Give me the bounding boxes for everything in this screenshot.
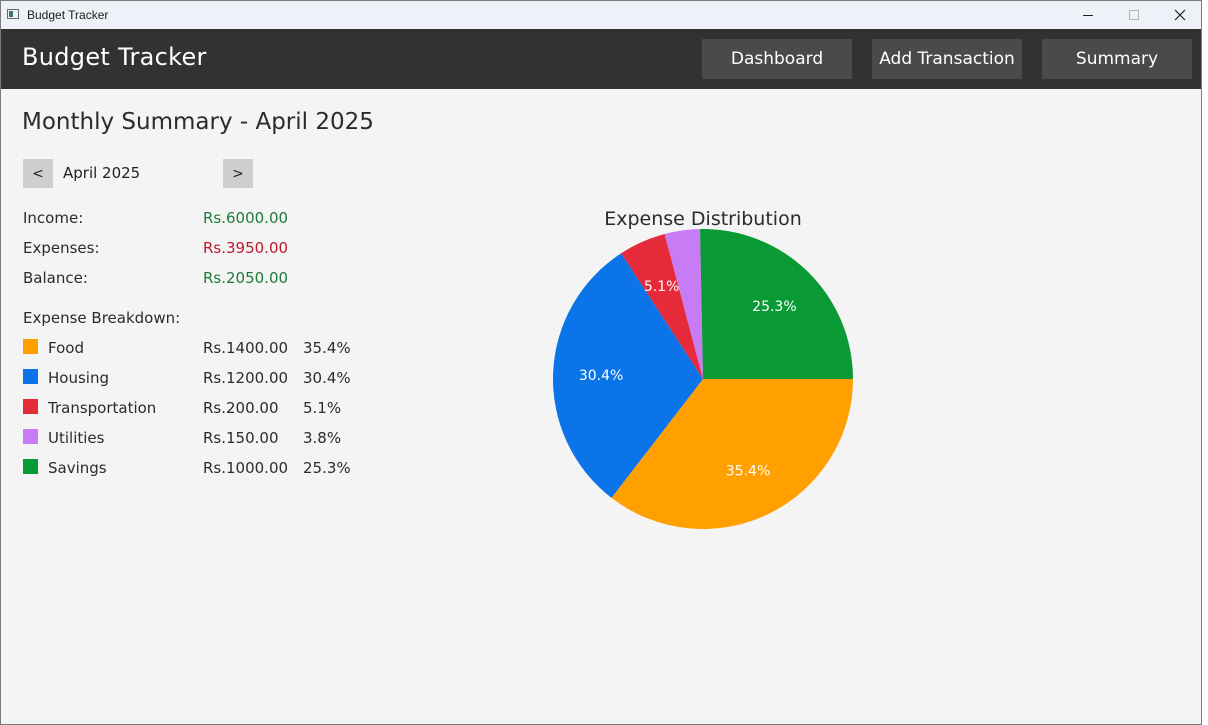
add-transaction-button[interactable]: Add Transaction — [872, 39, 1022, 79]
chart-title: Expense Distribution — [604, 208, 802, 230]
close-button[interactable] — [1157, 1, 1201, 29]
pie-label-housing: 30.4% — [579, 368, 623, 384]
expenses-label: Expenses: — [23, 239, 100, 257]
balance-label: Balance: — [23, 269, 88, 287]
category-amount: Rs.1200.00 — [203, 369, 289, 387]
breakdown-title: Expense Breakdown: — [23, 309, 181, 327]
minimize-button[interactable] — [1065, 1, 1111, 29]
close-icon — [1174, 9, 1186, 21]
title-bar[interactable]: Budget Tracker — [1, 1, 1201, 29]
next-month-button[interactable]: > — [223, 159, 253, 188]
minimize-icon — [1083, 15, 1093, 16]
savings-swatch — [23, 459, 38, 474]
food-swatch — [23, 339, 38, 354]
category-name: Transportation — [48, 399, 157, 417]
expense-chart: Expense Distribution 35.4% 30.4% 5.1% 25.3% — [541, 201, 871, 541]
window-title: Budget Tracker — [27, 8, 109, 22]
category-name: Savings — [48, 459, 107, 477]
maximize-button[interactable] — [1111, 1, 1157, 29]
balance-value: Rs.2050.00 — [203, 269, 289, 287]
maximize-icon — [1129, 10, 1139, 20]
housing-swatch — [23, 369, 38, 384]
page-title: Monthly Summary - April 2025 — [22, 109, 374, 135]
income-value: Rs.6000.00 — [203, 209, 289, 227]
month-label: April 2025 — [63, 164, 141, 182]
category-percent: 3.8% — [303, 429, 342, 447]
app-icon — [7, 9, 19, 19]
category-amount: Rs.1000.00 — [203, 459, 289, 477]
summary-button[interactable]: Summary — [1042, 39, 1192, 79]
category-name: Housing — [48, 369, 109, 387]
category-percent: 35.4% — [303, 339, 351, 357]
pie-label-savings: 25.3% — [752, 299, 796, 315]
income-label: Income: — [23, 209, 84, 227]
pie-chart: 35.4% 30.4% 5.1% 25.3% — [552, 229, 853, 529]
app-header: Budget Tracker Dashboard Add Transaction… — [1, 29, 1201, 89]
app-window: Budget Tracker Budget Tracker Dashboard … — [0, 0, 1202, 725]
category-name: Utilities — [48, 429, 105, 447]
category-amount: Rs.150.00 — [203, 429, 279, 447]
category-percent: 5.1% — [303, 399, 342, 417]
pie-label-transportation: 5.1% — [644, 279, 680, 295]
previous-month-button[interactable]: < — [23, 159, 53, 188]
category-percent: 25.3% — [303, 459, 351, 477]
pie-label-food: 35.4% — [726, 464, 770, 480]
expenses-value: Rs.3950.00 — [203, 239, 289, 257]
category-amount: Rs.200.00 — [203, 399, 279, 417]
category-percent: 30.4% — [303, 369, 351, 387]
dashboard-button[interactable]: Dashboard — [702, 39, 852, 79]
category-name: Food — [48, 339, 84, 357]
category-amount: Rs.1400.00 — [203, 339, 289, 357]
transportation-swatch — [23, 399, 38, 414]
app-title: Budget Tracker — [22, 43, 207, 71]
utilities-swatch — [23, 429, 38, 444]
